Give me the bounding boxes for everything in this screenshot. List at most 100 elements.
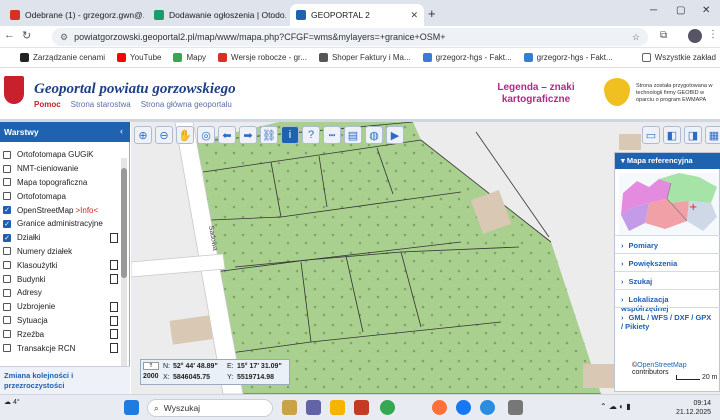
tab-gmail[interactable]: Odebrane (1) - grzegorz.gwn@... ✕: [4, 4, 144, 26]
back-arrow-icon[interactable]: ⬅: [218, 126, 236, 144]
teams-icon[interactable]: [306, 400, 321, 415]
layer-checkbox[interactable]: ✓: [3, 219, 11, 228]
menu-pomiary[interactable]: Pomiary: [615, 235, 720, 255]
layer-item[interactable]: Mapa topograficzna: [0, 176, 130, 190]
coord-system[interactable]: 2000: [143, 373, 159, 380]
layer-checkbox[interactable]: [3, 178, 11, 187]
bookmark-item[interactable]: grzegorz-hgs - Fakt...: [523, 53, 613, 62]
layer-checkbox[interactable]: ✓: [3, 233, 11, 242]
bookmark-item[interactable]: Mapy: [173, 53, 206, 62]
layer-info-link[interactable]: >Info<: [75, 206, 98, 215]
pan-hand-icon[interactable]: ✋: [176, 126, 194, 144]
layer-legend-icon[interactable]: [110, 329, 118, 340]
layer-legend-icon[interactable]: [110, 301, 118, 312]
start-icon[interactable]: [124, 400, 139, 415]
layer-item[interactable]: Budynki: [0, 272, 130, 286]
widgets-icon[interactable]: [282, 400, 297, 415]
layer-checkbox[interactable]: [3, 302, 11, 311]
layer-checkbox[interactable]: [3, 150, 11, 159]
layer-legend-icon[interactable]: [110, 260, 118, 271]
osm-link[interactable]: OpenStreetMap: [637, 362, 686, 369]
bookmark-item[interactable]: Zarządzanie cenami: [20, 53, 105, 62]
info-icon[interactable]: i: [281, 126, 299, 144]
layer-item[interactable]: ✓ Granice administracyjne: [0, 217, 130, 231]
facebook-icon[interactable]: [456, 400, 471, 415]
maximize-icon[interactable]: ▢: [676, 5, 685, 16]
layer-item[interactable]: Klasoużytki: [0, 258, 130, 272]
weather-widget[interactable]: ☁ 4°: [4, 398, 20, 406]
bookmark-item[interactable]: YouTube: [117, 53, 161, 62]
zoom-window-icon[interactable]: ◎: [197, 126, 215, 144]
close-window-icon[interactable]: ✕: [702, 5, 710, 16]
layer-order-link[interactable]: Zmiana kolejności i przezroczystości: [0, 366, 130, 394]
layer-checkbox[interactable]: [3, 164, 11, 173]
window-layout-icon[interactable]: ▭: [642, 126, 660, 144]
layer-checkbox[interactable]: [3, 288, 11, 297]
layer-checkbox[interactable]: [3, 330, 11, 339]
measure-icon[interactable]: ┅: [323, 126, 341, 144]
legend-link[interactable]: Legenda – znaki kartograficzne: [488, 82, 584, 106]
layer-item[interactable]: Ortofotomapa: [0, 189, 130, 203]
firefox-icon[interactable]: [432, 400, 447, 415]
star-icon[interactable]: ☆: [632, 32, 640, 43]
forward-arrow-icon[interactable]: ➡: [239, 126, 257, 144]
file-explorer-icon[interactable]: [330, 400, 345, 415]
extensions-icon[interactable]: ⧉: [660, 30, 667, 41]
office-icon[interactable]: [354, 400, 369, 415]
county-site-link[interactable]: Strona starostwa: [71, 100, 131, 109]
layer-checkbox[interactable]: [3, 261, 11, 270]
zoom-in-icon[interactable]: ⊕: [134, 126, 152, 144]
bookmark-item[interactable]: Wersje robocze - gr...: [218, 53, 307, 62]
menu-powiekszenia[interactable]: Powiększenia: [615, 253, 720, 273]
layer-checkbox[interactable]: [3, 316, 11, 325]
geoportal-home-link[interactable]: Strona główna geoportalu: [141, 100, 232, 109]
reference-map-svg[interactable]: +: [619, 173, 719, 235]
layer-item[interactable]: Sytuacja: [0, 314, 130, 328]
scrollbar-thumb[interactable]: [121, 168, 127, 278]
layer-checkbox[interactable]: [3, 275, 11, 284]
help-link[interactable]: Pomoc: [34, 100, 61, 109]
grid-view-icon[interactable]: ▦: [705, 126, 720, 144]
refresh-icon[interactable]: ↻: [22, 29, 31, 42]
avatar[interactable]: [688, 29, 702, 43]
info-query-icon[interactable]: ?: [302, 126, 320, 144]
link-icon[interactable]: ⛓: [260, 126, 278, 144]
collapse-icon[interactable]: ‹: [120, 126, 123, 136]
layer-item[interactable]: Adresy: [0, 286, 130, 300]
site-info-icon[interactable]: ⚙: [60, 32, 68, 43]
all-bookmarks[interactable]: Wszystkie zakład: [641, 53, 716, 62]
tab-geoportal[interactable]: GEOPORTAL 2 ✕: [290, 4, 424, 26]
layer-legend-icon[interactable]: [110, 232, 118, 243]
layer-legend-icon[interactable]: [110, 274, 118, 285]
menu-icon[interactable]: ⋮: [708, 29, 718, 40]
menu-export[interactable]: GML / WFS / DXF / GPX / Pikiety: [615, 307, 720, 336]
layers-scrollbar[interactable]: [121, 158, 127, 368]
layer-checkbox[interactable]: [3, 192, 11, 201]
layer-item[interactable]: ✓ Działki: [0, 231, 130, 245]
layer-item[interactable]: ✓ OpenStreetMap >Info<: [0, 203, 130, 217]
layer-item[interactable]: Transakcje RCN: [0, 341, 130, 355]
split-view-icon[interactable]: ◧: [663, 126, 681, 144]
print-icon[interactable]: ▤: [344, 126, 362, 144]
camera-icon[interactable]: ▶: [386, 126, 404, 144]
minimize-icon[interactable]: ─: [650, 5, 657, 16]
bookmark-item[interactable]: grzegorz-hgs - Fakt...: [422, 53, 512, 62]
layer-item[interactable]: NMT-cieniowanie: [0, 162, 130, 176]
bookmark-item[interactable]: Shoper Faktury i Ma...: [318, 53, 411, 62]
side-panel-icon[interactable]: ◨: [684, 126, 702, 144]
reference-map[interactable]: +: [619, 173, 719, 235]
layer-legend-icon[interactable]: [110, 343, 118, 354]
layer-checkbox[interactable]: ✓: [3, 206, 11, 215]
zoom-out-icon[interactable]: ⊖: [155, 126, 173, 144]
new-tab-button[interactable]: +: [428, 6, 436, 21]
chrome-icon[interactable]: [380, 400, 395, 415]
layer-checkbox[interactable]: [3, 247, 11, 256]
url-field[interactable]: ⚙ powiatgorzowski.geoportal2.pl/map/www/…: [52, 28, 648, 46]
close-icon[interactable]: ✕: [410, 10, 418, 21]
back-icon[interactable]: ←: [4, 29, 15, 41]
system-clock[interactable]: 09:14 21.12.2025: [676, 399, 711, 417]
grid-icon[interactable]: ⠿: [143, 362, 159, 370]
layer-legend-icon[interactable]: [110, 315, 118, 326]
reference-map-heading[interactable]: ▾ Mapa referencyjna: [615, 153, 720, 169]
globe-icon[interactable]: ◍: [365, 126, 383, 144]
